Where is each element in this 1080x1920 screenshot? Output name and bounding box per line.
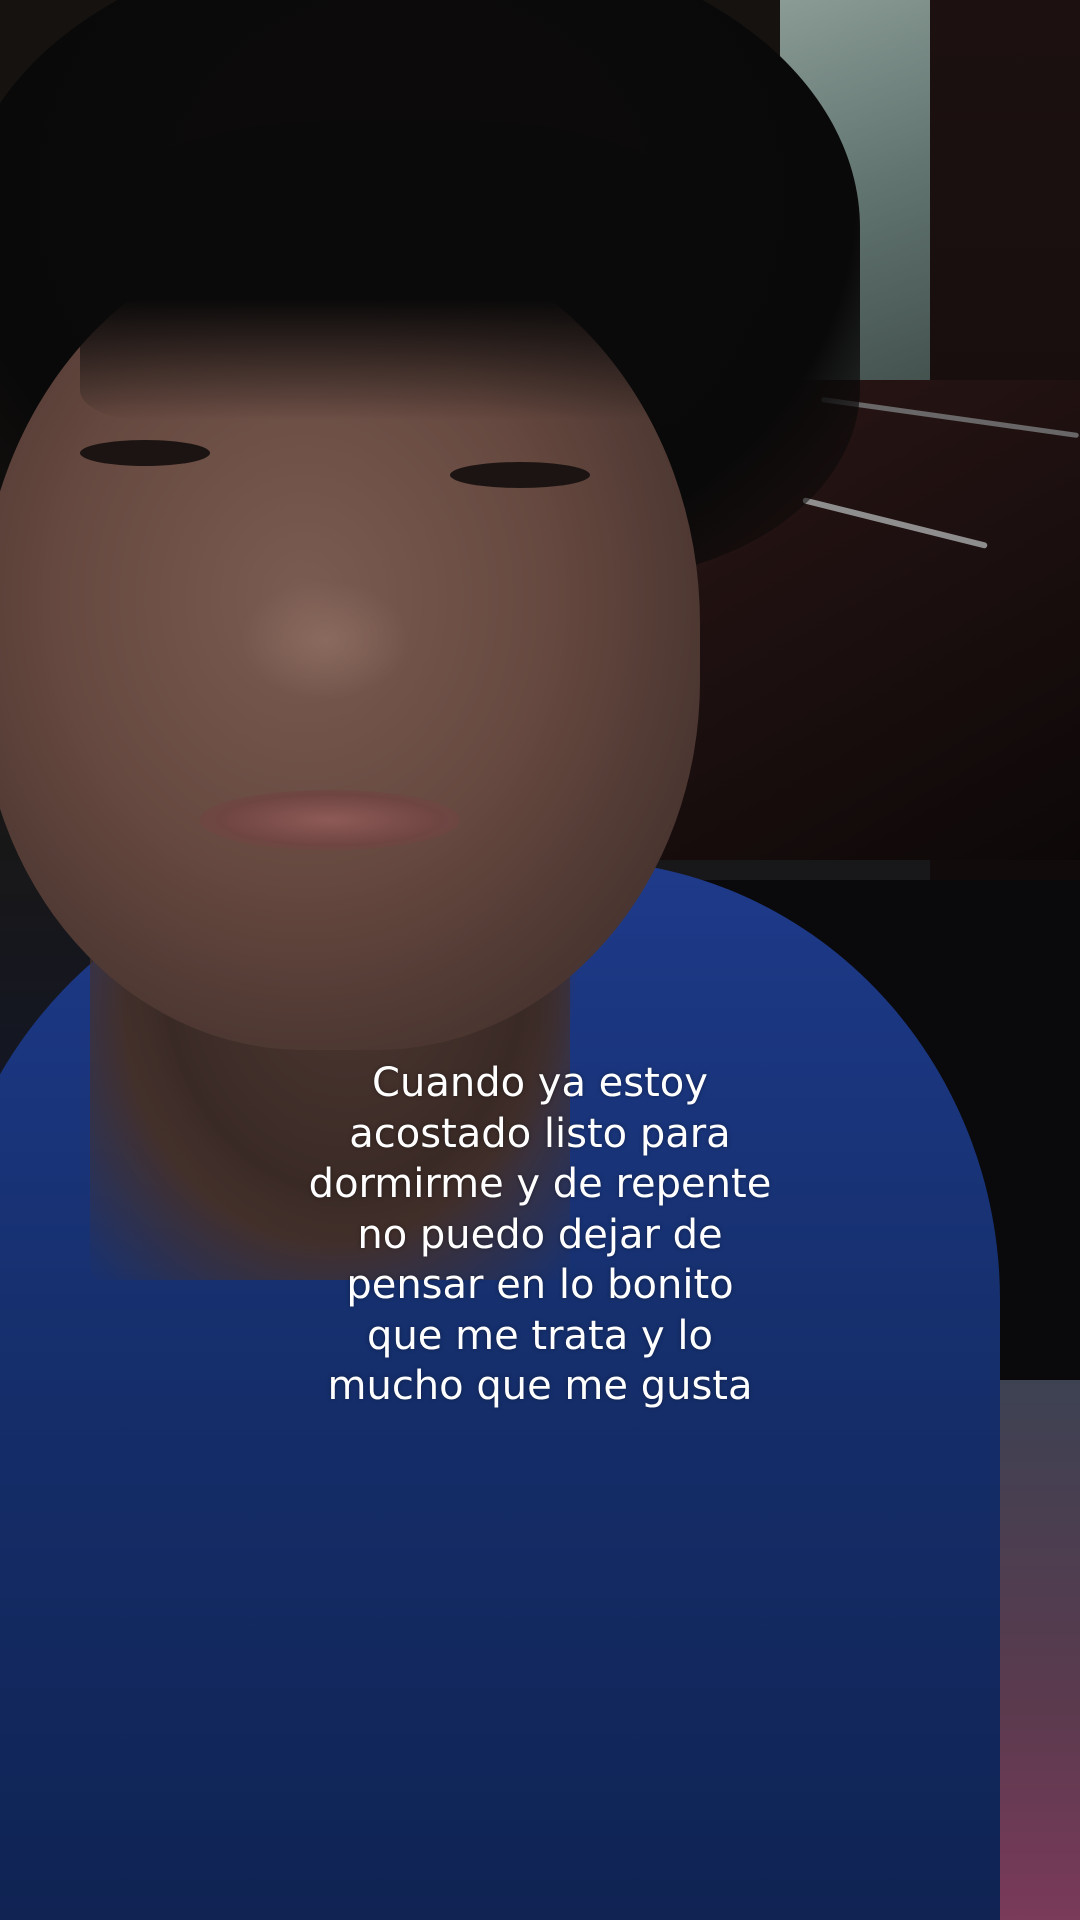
caption-line: dormirme y de repente [308,1161,772,1207]
person-mouth [200,790,460,850]
person-eye-right [450,462,590,488]
caption-line: no puedo dejar de [357,1211,723,1258]
caption-line: pensar en lo bonito [346,1262,734,1308]
caption-line: mucho que me gusta [327,1363,753,1409]
video-frame: Cuando ya estoy acostado listo para dorm… [0,0,1080,1920]
person-bangs [80,120,720,420]
caption-line: Cuando ya estoy [372,1060,708,1106]
caption-overlay: Cuando ya estoy acostado listo para dorm… [0,1058,1080,1412]
caption-line: acostado listo para [349,1110,731,1157]
caption-line: que me trata y lo [367,1312,713,1359]
person-eye-left [80,440,210,466]
person-nose [240,580,410,700]
